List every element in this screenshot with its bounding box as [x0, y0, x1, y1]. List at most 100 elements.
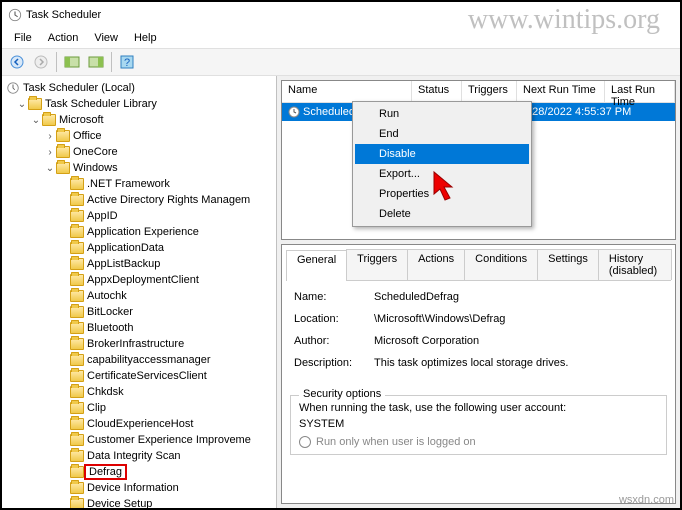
tree-library[interactable]: ⌄Task Scheduler Library: [6, 96, 272, 112]
folder-icon: [70, 322, 84, 334]
tree-item[interactable]: capabilityaccessmanager: [6, 352, 272, 368]
ctx-properties[interactable]: Properties: [355, 184, 529, 204]
tree-item-label: CloudExperienceHost: [87, 418, 193, 430]
tab-settings[interactable]: Settings: [537, 249, 599, 280]
tree-item-label: Chkdsk: [87, 386, 124, 398]
location-value: \Microsoft\Windows\Defrag: [374, 313, 505, 325]
tree-item[interactable]: .NET Framework: [6, 176, 272, 192]
tree-item-label: AppxDeploymentClient: [87, 274, 199, 286]
tree-item[interactable]: Chkdsk: [6, 384, 272, 400]
tree-item[interactable]: CertificateServicesClient: [6, 368, 272, 384]
ctx-end[interactable]: End: [355, 124, 529, 144]
col-name[interactable]: Name: [282, 81, 412, 102]
window-title: Task Scheduler: [26, 9, 101, 21]
ctx-run[interactable]: Run: [355, 104, 529, 124]
tree-item[interactable]: Application Experience: [6, 224, 272, 240]
tree-item[interactable]: AppID: [6, 208, 272, 224]
radio-icon: [299, 436, 311, 448]
caret-right-icon[interactable]: ›: [44, 147, 56, 158]
tree-item-label: AppID: [87, 210, 118, 222]
security-group: Security options When running the task, …: [290, 395, 667, 455]
title-bar: Task Scheduler: [2, 2, 680, 28]
app-icon: [8, 8, 22, 22]
forward-button[interactable]: [30, 51, 52, 73]
menu-help[interactable]: Help: [126, 30, 165, 46]
tree-item[interactable]: Device Information: [6, 480, 272, 496]
tree-onecore[interactable]: ›OneCore: [6, 144, 272, 160]
refresh-button[interactable]: [85, 51, 107, 73]
menu-view[interactable]: View: [86, 30, 126, 46]
tab-general[interactable]: General: [286, 250, 347, 281]
folder-icon: [70, 498, 84, 508]
radio-run-logged-on[interactable]: Run only when user is logged on: [299, 436, 658, 448]
security-account: SYSTEM: [299, 418, 658, 430]
folder-icon: [70, 482, 84, 494]
tree-item-label: Device Information: [87, 482, 179, 494]
tree-item[interactable]: Customer Experience Improveme: [6, 432, 272, 448]
help-button[interactable]: ?: [116, 51, 138, 73]
tab-conditions[interactable]: Conditions: [464, 249, 538, 280]
tree-item[interactable]: AppxDeploymentClient: [6, 272, 272, 288]
tree-item-label: Active Directory Rights Managem: [87, 194, 250, 206]
grid-header: Name Status Triggers Next Run Time Last …: [282, 81, 675, 103]
ctx-export[interactable]: Export...: [355, 164, 529, 184]
location-label: Location:: [294, 313, 374, 325]
tree-item-label: ApplicationData: [87, 242, 164, 254]
right-pane: Name Status Triggers Next Run Time Last …: [277, 76, 680, 508]
clock-icon: [288, 106, 300, 118]
tree-item[interactable]: Defrag: [6, 464, 272, 480]
menu-file[interactable]: File: [6, 30, 40, 46]
tree-item[interactable]: BitLocker: [6, 304, 272, 320]
folder-icon: [70, 450, 84, 462]
tree-windows[interactable]: ⌄Windows: [6, 160, 272, 176]
caret-down-icon[interactable]: ⌄: [44, 163, 56, 174]
tree-item[interactable]: AppListBackup: [6, 256, 272, 272]
tree-item-label: BitLocker: [87, 306, 133, 318]
tree-item[interactable]: BrokerInfrastructure: [6, 336, 272, 352]
tree-item-label: AppListBackup: [87, 258, 160, 270]
tree-item-label: Autochk: [87, 290, 127, 302]
folder-icon: [70, 290, 84, 302]
caret-down-icon[interactable]: ⌄: [16, 99, 28, 110]
description-value: This task optimizes local storage drives…: [374, 357, 568, 369]
tree-root[interactable]: Task Scheduler (Local): [6, 80, 272, 96]
tree-item[interactable]: ApplicationData: [6, 240, 272, 256]
tree-item[interactable]: Autochk: [6, 288, 272, 304]
caret-right-icon[interactable]: ›: [44, 131, 56, 142]
tree-item-label: capabilityaccessmanager: [87, 354, 211, 366]
folder-icon: [28, 98, 42, 110]
tree-item-label: Bluetooth: [87, 322, 133, 334]
tree-office[interactable]: ›Office: [6, 128, 272, 144]
tree-item-label: Application Experience: [87, 226, 199, 238]
folder-icon: [56, 146, 70, 158]
tree-item[interactable]: Bluetooth: [6, 320, 272, 336]
tree-item[interactable]: Active Directory Rights Managem: [6, 192, 272, 208]
col-triggers[interactable]: Triggers: [462, 81, 517, 102]
tab-triggers[interactable]: Triggers: [346, 249, 408, 280]
col-status[interactable]: Status: [412, 81, 462, 102]
col-next[interactable]: Next Run Time: [517, 81, 605, 102]
tree-item[interactable]: Clip: [6, 400, 272, 416]
menu-action[interactable]: Action: [40, 30, 87, 46]
tree-item-label: Defrag: [84, 464, 127, 480]
tree-item-label: Clip: [87, 402, 106, 414]
ctx-disable[interactable]: Disable: [355, 144, 529, 164]
tree-item[interactable]: CloudExperienceHost: [6, 416, 272, 432]
folder-icon: [70, 258, 84, 270]
tree[interactable]: Task Scheduler (Local) ⌄Task Scheduler L…: [2, 78, 276, 508]
author-label: Author:: [294, 335, 374, 347]
tree-microsoft[interactable]: ⌄Microsoft: [6, 112, 272, 128]
tree-item-label: .NET Framework: [87, 178, 170, 190]
tab-history[interactable]: History (disabled): [598, 249, 672, 280]
back-button[interactable]: [6, 51, 28, 73]
tab-actions[interactable]: Actions: [407, 249, 465, 280]
caret-down-icon[interactable]: ⌄: [30, 115, 42, 126]
show-hide-button[interactable]: [61, 51, 83, 73]
task-grid: Name Status Triggers Next Run Time Last …: [281, 80, 676, 240]
tree-item[interactable]: Data Integrity Scan: [6, 448, 272, 464]
tree-item[interactable]: Device Setup: [6, 496, 272, 508]
ctx-delete[interactable]: Delete: [355, 204, 529, 224]
col-last[interactable]: Last Run Time: [605, 81, 675, 102]
folder-icon: [70, 402, 84, 414]
watermark-text-2: wsxdn.com: [619, 494, 674, 506]
